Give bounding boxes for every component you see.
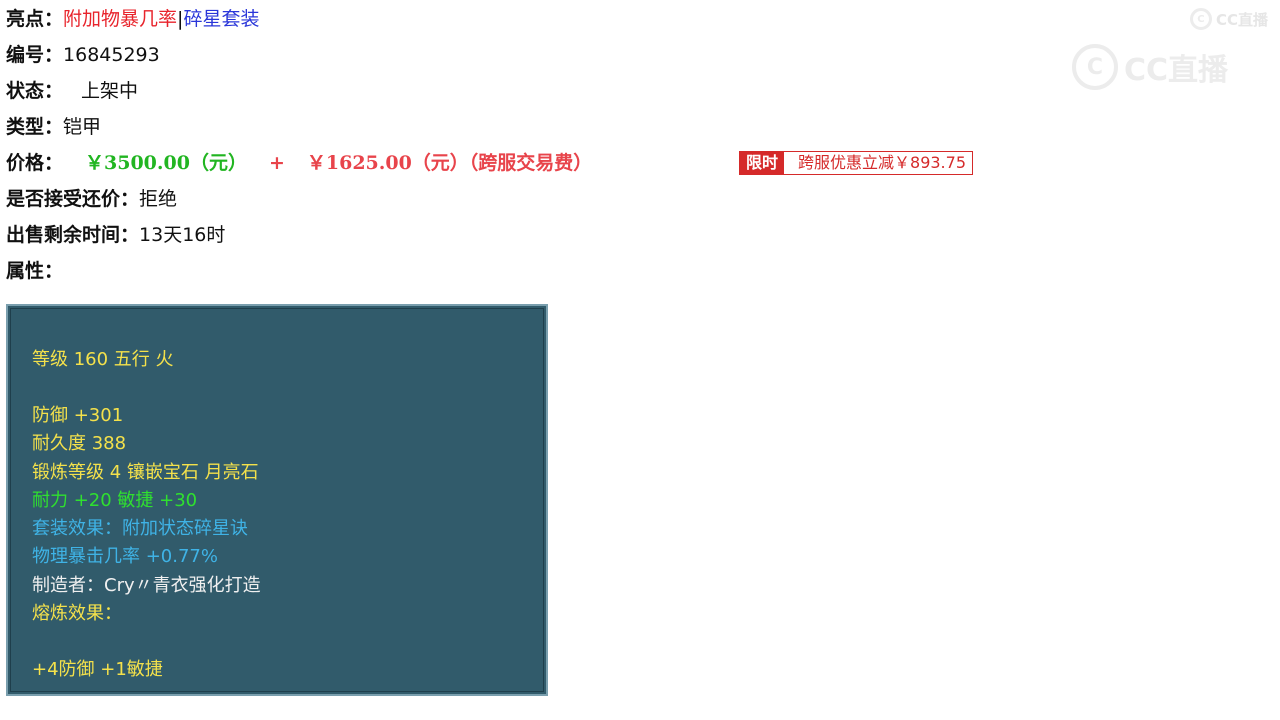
bargain-value: 拒绝 bbox=[139, 188, 178, 210]
attributes-label: 属性： bbox=[6, 260, 64, 282]
highlight-row: 亮点：附加物暴几率|碎星套装 bbox=[6, 7, 259, 31]
attr-level-line: 等级 160 五行 火 bbox=[32, 349, 174, 370]
bargain-label: 是否接受还价： bbox=[6, 188, 140, 210]
attr-smelt-label: 熔炼效果： bbox=[32, 603, 122, 624]
serial-value: 16845293 bbox=[63, 44, 160, 66]
time-left-label: 出售剩余时间： bbox=[6, 224, 140, 246]
attributes-row: 属性： bbox=[6, 259, 63, 283]
type-row: 类型：铠甲 bbox=[6, 115, 101, 139]
price-base: ￥3500.00（元） bbox=[85, 152, 247, 174]
attributes-panel: 等级 160 五行 火 防御 +301 耐久度 388 锻炼等级 4 镶嵌宝石 … bbox=[6, 304, 548, 696]
limited-time-tag: 限时 bbox=[740, 152, 785, 174]
discount-badge: 限时 跨服优惠立减￥893.75 bbox=[739, 151, 974, 175]
status-label: 状态： bbox=[6, 80, 64, 102]
serial-label: 编号： bbox=[6, 44, 64, 66]
status-row: 状态： 上架中 bbox=[6, 79, 138, 103]
type-label: 类型： bbox=[6, 116, 64, 138]
cc-watermark-small: C CC直播 bbox=[1189, 8, 1268, 30]
attr-set-effect: 套装效果：附加状态碎星诀 bbox=[32, 518, 248, 539]
time-left-row: 出售剩余时间：13天16时 bbox=[6, 223, 225, 247]
attr-stats: 耐力 +20 敏捷 +30 bbox=[32, 490, 198, 511]
attr-durability: 耐久度 388 bbox=[32, 433, 127, 454]
price-fee: ￥1625.00（元）（跨服交易费） bbox=[306, 152, 593, 174]
type-value: 铠甲 bbox=[63, 116, 102, 138]
serial-row: 编号：16845293 bbox=[6, 43, 160, 67]
price-plus: + bbox=[268, 152, 285, 174]
cc-logo-small-icon: C bbox=[1189, 8, 1212, 30]
attr-forge: 锻炼等级 4 镶嵌宝石 月亮石 bbox=[32, 462, 259, 483]
cc-watermark-small-text: CC直播 bbox=[1215, 10, 1268, 29]
attr-maker: 制造者：Cry〃青衣强化打造 bbox=[32, 575, 261, 596]
attr-smelt-value: +4防御 +1敏捷 bbox=[32, 659, 163, 680]
status-value: 上架中 bbox=[81, 80, 139, 102]
discount-text: 跨服优惠立减￥893.75 bbox=[784, 152, 973, 174]
cc-watermark-large: C CC直播 bbox=[1072, 44, 1228, 90]
attr-crit: 物理暴击几率 +0.77% bbox=[32, 546, 218, 567]
cc-logo-large-icon: C bbox=[1072, 44, 1118, 90]
highlight-label: 亮点： bbox=[6, 8, 64, 30]
cc-watermark-large-text: CC直播 bbox=[1124, 53, 1229, 88]
price-label: 价格： bbox=[6, 152, 64, 174]
time-left-value: 13天16时 bbox=[139, 224, 226, 246]
bargain-row: 是否接受还价：拒绝 bbox=[6, 187, 177, 211]
highlight-crit-link[interactable]: 附加物暴几率 bbox=[63, 8, 177, 30]
highlight-set-link[interactable]: 碎星套装 bbox=[183, 8, 259, 30]
price-row: 价格： ￥3500.00（元） + ￥1625.00（元）（跨服交易费） bbox=[6, 151, 592, 175]
attr-defense: 防御 +301 bbox=[32, 405, 124, 426]
